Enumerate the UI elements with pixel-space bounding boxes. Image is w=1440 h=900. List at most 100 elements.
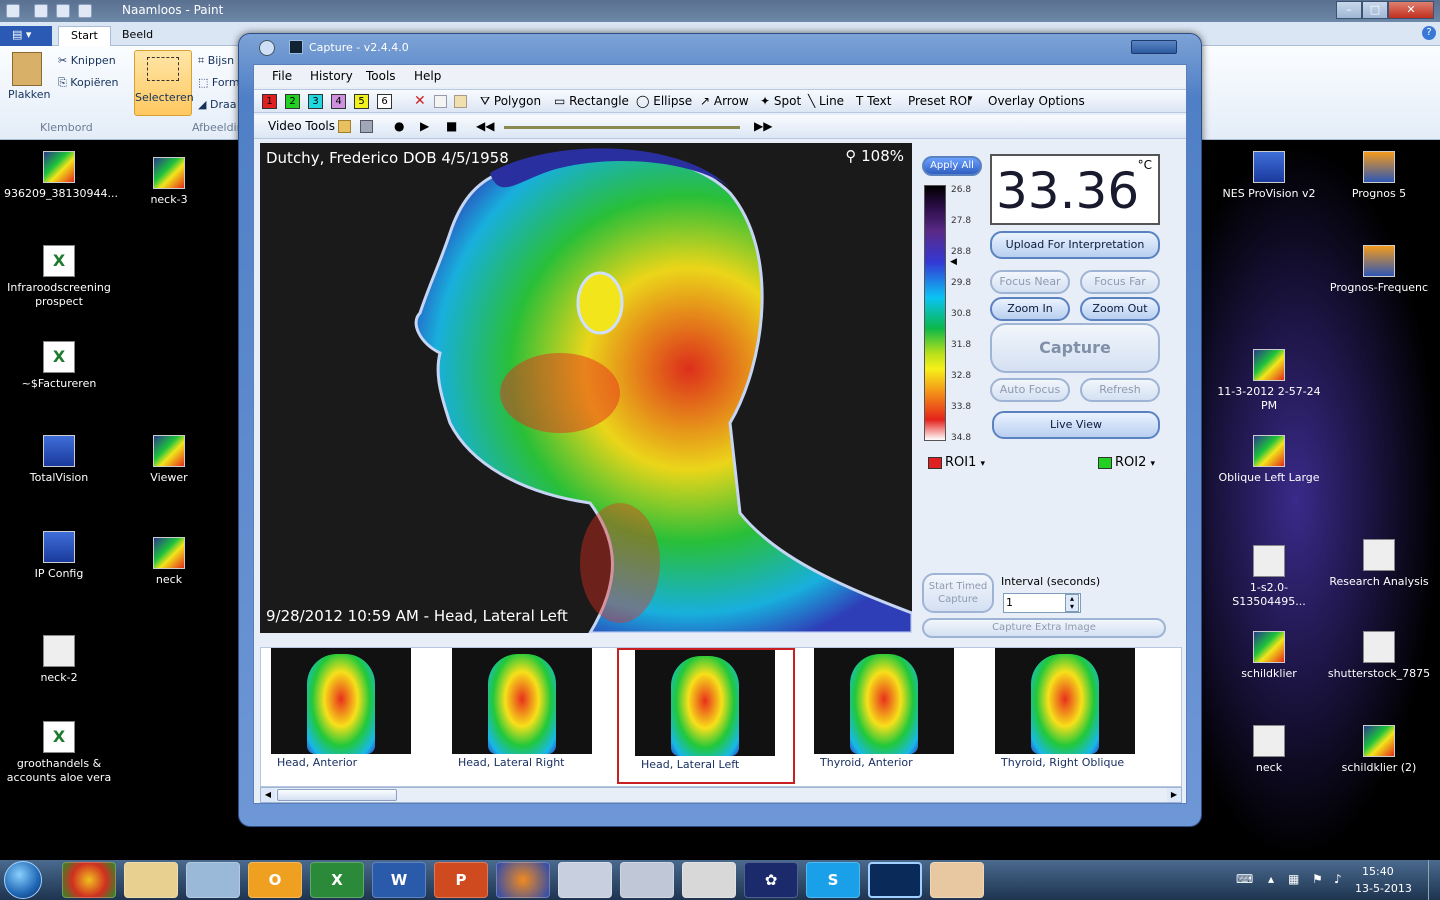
skype-icon[interactable]: S — [806, 862, 860, 898]
desktop-icon-right-6[interactable]: Research Analysis — [1324, 539, 1434, 589]
scroll-left-icon[interactable]: ◀ — [261, 788, 275, 802]
word-icon[interactable]: W — [372, 862, 426, 898]
paint-app-icon[interactable] — [6, 4, 20, 18]
desktop-icon-right-10[interactable]: schildklier (2) — [1324, 725, 1434, 775]
start-timed-capture-button[interactable]: Start Timed Capture — [922, 573, 994, 613]
clock-date[interactable]: 13-5-2013 — [1355, 882, 1412, 895]
tray-arrow-icon[interactable]: ▴ — [1268, 872, 1274, 886]
desktop-icon-right-2[interactable]: Prognos-Frequenc — [1324, 245, 1434, 295]
paste-label[interactable]: Plakken — [8, 88, 51, 101]
notes-icon[interactable] — [186, 862, 240, 898]
focus-far-button[interactable]: Focus Far — [1080, 270, 1160, 294]
excel-icon[interactable]: X — [310, 862, 364, 898]
copy-icon[interactable] — [434, 95, 447, 108]
outlook-icon[interactable]: O — [248, 862, 302, 898]
tab-beeld[interactable]: Beeld — [110, 26, 165, 46]
zoom-out-button[interactable]: Zoom Out — [1080, 297, 1160, 321]
desktop-icon-right-3[interactable]: 11-3-2012 2-57-24 PM — [1214, 349, 1324, 413]
color-swatch-6[interactable]: 6 — [377, 94, 392, 109]
desktop-icon-left-8[interactable]: neck-2 — [4, 635, 114, 685]
firefox-icon[interactable] — [496, 862, 550, 898]
play-icon[interactable]: ▶ — [420, 119, 429, 133]
powerpoint-icon[interactable]: P — [434, 862, 488, 898]
interval-spinner-icon[interactable]: ▴ ▾ — [1065, 594, 1079, 612]
menu-history[interactable]: History — [310, 69, 353, 83]
desktop-icon-right-0[interactable]: NES ProVision v2 — [1214, 151, 1324, 201]
paste-icon[interactable] — [12, 52, 42, 86]
menu-tools[interactable]: Tools — [366, 69, 396, 83]
video-seek-slider[interactable] — [504, 126, 740, 129]
desktop-icon-left-1[interactable]: neck-3 — [114, 157, 224, 207]
capture-taskbar-icon[interactable] — [868, 862, 922, 898]
menu-file[interactable]: File — [272, 69, 292, 83]
rectangle-tool[interactable]: ▭ Rectangle — [554, 94, 629, 108]
horizontal-scrollbar[interactable]: ◀ ▶ — [260, 787, 1182, 803]
color-swatch-2[interactable]: 2 — [285, 94, 300, 109]
color-swatch-4[interactable]: 4 — [331, 94, 346, 109]
media-icon[interactable] — [620, 862, 674, 898]
apply-all-button[interactable]: Apply All — [922, 156, 982, 176]
focus-near-button[interactable]: Focus Near — [990, 270, 1070, 294]
paste-icon[interactable] — [454, 95, 467, 108]
zoom-in-button[interactable]: Zoom In — [990, 297, 1070, 321]
volume-icon[interactable]: ♪ — [1334, 872, 1342, 886]
preset-roi-button[interactable]: Preset ROI — [908, 94, 971, 108]
color-swatch-3[interactable]: 3 — [308, 94, 323, 109]
chrome-icon[interactable] — [62, 862, 116, 898]
desktop-icon-right-1[interactable]: Prognos 5 — [1324, 151, 1434, 201]
flower-app-icon[interactable]: ✿ — [744, 862, 798, 898]
desktop-icon-left-3[interactable]: ~$Factureren — [4, 341, 114, 391]
resize-button[interactable]: ⬚ Form — [198, 76, 240, 89]
desktop-icon-left-4[interactable]: TotalVision — [4, 435, 114, 485]
help-icon[interactable]: ? — [1422, 26, 1436, 40]
rewind-icon[interactable]: ◀◀ — [476, 119, 494, 133]
capture-extra-image-button[interactable]: Capture Extra Image — [922, 618, 1166, 638]
desktop-icon-right-7[interactable]: schildklier — [1214, 631, 1324, 681]
fast-forward-icon[interactable]: ▶▶ — [754, 119, 772, 133]
start-button[interactable] — [4, 861, 42, 899]
roi1-selector[interactable]: ROI1 ▾ — [928, 455, 985, 470]
undo-icon[interactable] — [56, 4, 70, 18]
desktop-icon-left-2[interactable]: Infraroodscreening prospect — [4, 245, 114, 309]
upload-for-interpretation-button[interactable]: Upload For Interpretation — [990, 231, 1160, 259]
maximize-icon[interactable]: □ — [1362, 1, 1388, 19]
close-icon[interactable]: ✕ — [1388, 1, 1434, 19]
tab-start[interactable]: Start — [58, 26, 111, 46]
keyboard-icon[interactable]: ⌨ — [1236, 872, 1253, 886]
toolbar-overflow-icon[interactable]: ▾ — [968, 94, 973, 104]
live-view-button[interactable]: Live View — [992, 411, 1160, 439]
clock-time[interactable]: 15:40 — [1362, 865, 1394, 878]
delete-icon[interactable]: ✕ — [414, 94, 427, 108]
desktop-icon-left-7[interactable]: neck — [114, 537, 224, 587]
color-swatch-1[interactable]: 1 — [262, 94, 277, 109]
paint-taskbar-icon[interactable] — [930, 862, 984, 898]
desktop-icon-right-9[interactable]: neck — [1214, 725, 1324, 775]
crop-button[interactable]: ⌗ Bijsn — [198, 54, 234, 68]
calculator-icon[interactable] — [558, 862, 612, 898]
auto-focus-button[interactable]: Auto Focus — [990, 378, 1070, 402]
select-button[interactable]: Selecteren — [134, 50, 194, 116]
desktop-icon-right-4[interactable]: Oblique Left Large — [1214, 435, 1324, 485]
color-swatch-5[interactable]: 5 — [354, 94, 369, 109]
save-disk-icon[interactable] — [360, 120, 373, 133]
open-folder-icon[interactable] — [338, 120, 351, 133]
paint-menu-button[interactable]: ▤ ▾ — [0, 26, 52, 46]
menu-help[interactable]: Help — [414, 69, 441, 83]
redo-icon[interactable] — [78, 4, 92, 18]
copy-button[interactable]: ⎘ Kopiëren — [58, 76, 119, 90]
desktop-icon-left-5[interactable]: Viewer — [114, 435, 224, 485]
show-desktop-button[interactable] — [1428, 860, 1440, 900]
desktop-icon-right-5[interactable]: 1-s2.0-S13504495... — [1214, 545, 1324, 609]
thermal-image-viewer[interactable]: Dutchy, Frederico DOB 4/5/1958 ⚲ 108% 9/… — [260, 143, 912, 633]
desktop-icon-right-8[interactable]: shutterstock_7875 — [1324, 631, 1434, 681]
ellipse-tool[interactable]: ◯ Ellipse — [636, 94, 692, 108]
overlay-options-button[interactable]: Overlay Options — [988, 94, 1085, 108]
capture-button[interactable]: Capture — [990, 323, 1160, 373]
stop-icon[interactable]: ■ — [446, 119, 457, 133]
scale-marker-icon[interactable]: ◀ — [950, 257, 957, 267]
spot-tool[interactable]: ✦ Spot — [760, 94, 801, 108]
save-icon[interactable] — [34, 4, 48, 18]
cut-button[interactable]: ✂ Knippen — [58, 54, 116, 67]
explorer-icon[interactable] — [124, 862, 178, 898]
network-icon[interactable]: ▦ — [1288, 872, 1299, 886]
